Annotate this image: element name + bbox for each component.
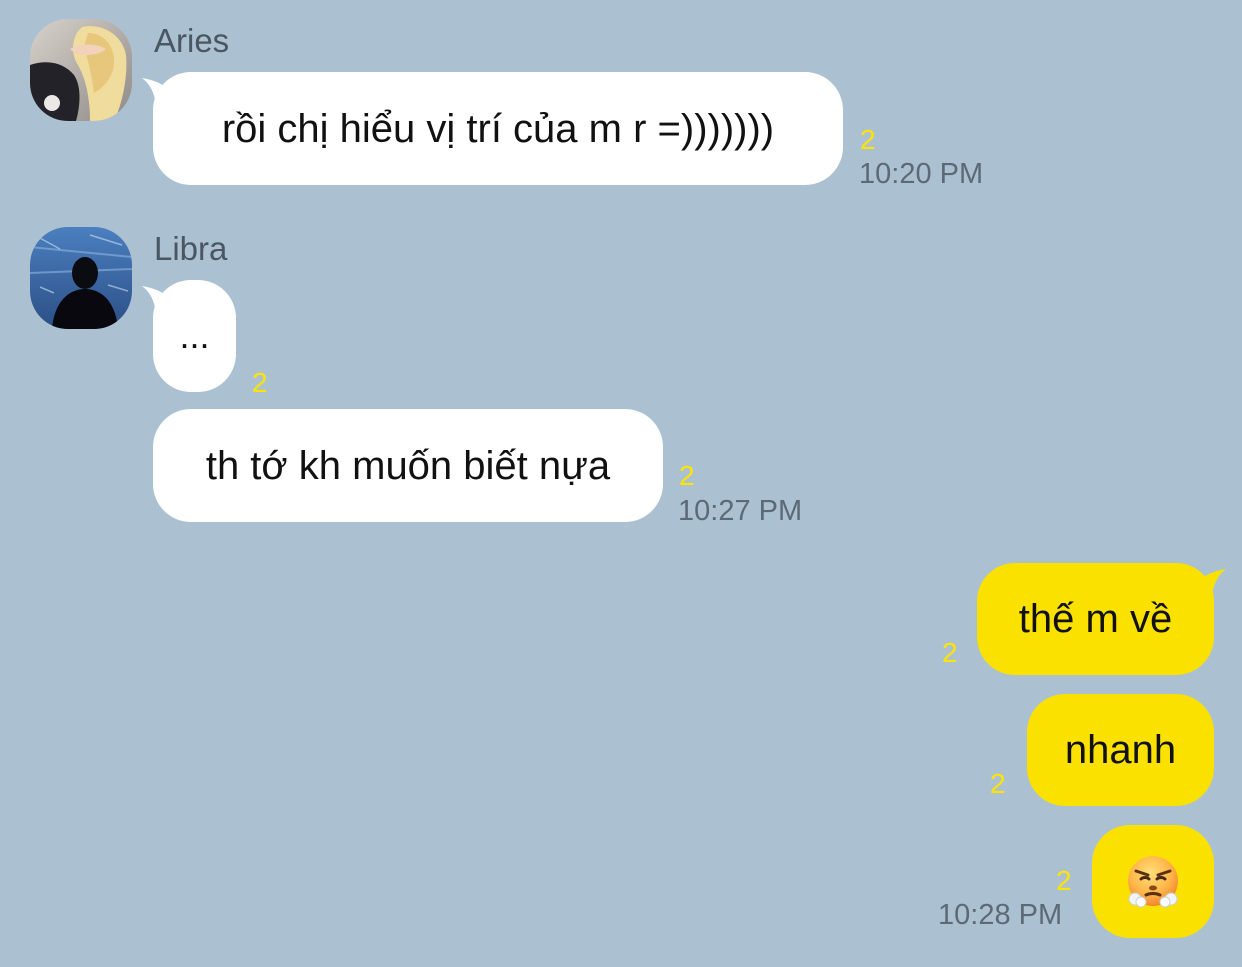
message-text: thế m về: [1018, 597, 1173, 641]
chat-screen: { "colors": { "background": "#abc1d2", "…: [0, 0, 1242, 967]
message-bubble[interactable]: rồi chị hiểu vị trí của m r =))))))): [142, 72, 843, 185]
timestamp: 10:20 PM: [859, 158, 984, 190]
message-text: rồi chị hiểu vị trí của m r =))))))): [221, 106, 775, 151]
unread-count: 2: [679, 460, 695, 491]
message-bubble-outgoing[interactable]: [1092, 825, 1214, 938]
timestamp: 10:27 PM: [678, 495, 803, 527]
sender-name: Aries: [154, 22, 230, 59]
unread-count: 2: [860, 124, 876, 155]
message-bubble[interactable]: th tớ kh muốn biết nựa: [153, 409, 663, 522]
bubble-tail: [142, 286, 174, 312]
bubble-tail: [1194, 569, 1226, 595]
message-text: th tớ kh muốn biết nựa: [205, 443, 611, 488]
message-bubble[interactable]: ...: [142, 280, 236, 392]
unread-count: 2: [990, 768, 1006, 799]
sender-name: Libra: [154, 230, 228, 267]
unread-count: 2: [1056, 865, 1072, 896]
timestamp: 10:28 PM: [938, 899, 1063, 931]
steam-face-emoji-icon: [1128, 856, 1178, 908]
message-text: nhanh: [1064, 728, 1177, 772]
message-bubble-outgoing[interactable]: thế m về: [977, 563, 1226, 675]
avatar-libra[interactable]: [30, 227, 132, 329]
avatar-aries[interactable]: [30, 19, 132, 121]
message-bubble-outgoing[interactable]: nhanh: [1027, 694, 1214, 806]
unread-count: 2: [252, 367, 268, 398]
unread-count: 2: [942, 637, 958, 668]
message-text: ...: [179, 315, 210, 356]
bubble-tail: [142, 78, 174, 104]
